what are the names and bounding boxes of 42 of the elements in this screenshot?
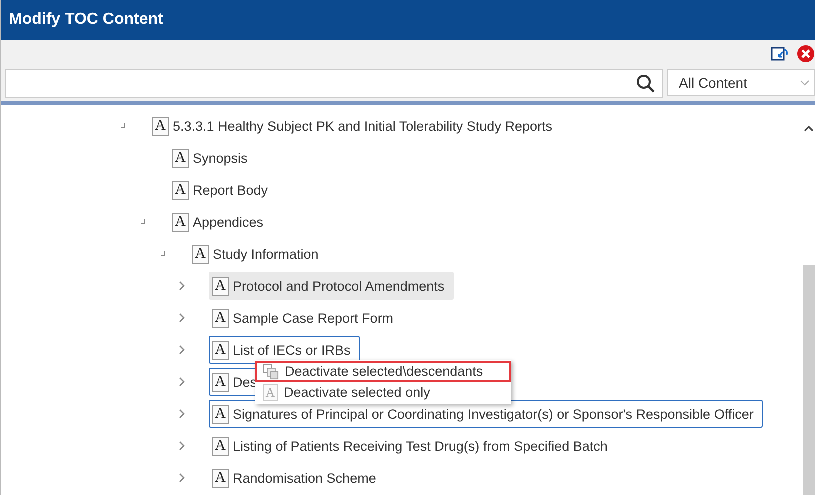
search-field[interactable] xyxy=(5,69,663,98)
tree-node[interactable]: A 5.3.3.1 Healthy Subject PK and Initial Tolerability Study Reports xyxy=(149,112,562,140)
node-icon: A xyxy=(212,436,229,456)
tree-node[interactable]: A Synopsis xyxy=(169,144,257,172)
tree-node[interactable]: A Sample Case Report Form xyxy=(209,304,403,332)
menu-item-icon: A xyxy=(263,384,278,401)
tree-node[interactable]: A Randomisation Scheme xyxy=(209,464,386,492)
tree-node[interactable]: A Protocol and Protocol Amendments xyxy=(209,272,454,300)
caret-up-icon[interactable] xyxy=(804,125,814,133)
tree-node[interactable]: A Study Information xyxy=(189,240,328,268)
window-title: Modify TOC Content xyxy=(9,11,164,29)
tree-node[interactable]: A Report Body xyxy=(169,176,278,204)
chevron-right-icon[interactable] xyxy=(179,441,185,451)
menu-item[interactable]: Deactivate selected\descendants xyxy=(255,361,512,382)
chevron-down-icon xyxy=(800,80,810,86)
chevron-right-icon[interactable] xyxy=(179,281,185,291)
node-icon: A xyxy=(212,340,229,360)
node-icon: A xyxy=(212,468,229,488)
node-icon: A xyxy=(212,308,229,328)
expanded-icon[interactable] xyxy=(159,250,167,258)
node-icon: A xyxy=(172,180,189,200)
node-icon: A xyxy=(212,404,229,424)
tree-node[interactable]: A Listing of Patients Receiving Test Drug(s) from Specified Batch xyxy=(209,432,617,460)
node-icon: A xyxy=(172,212,189,232)
close-icon[interactable] xyxy=(797,44,815,62)
search-icon[interactable] xyxy=(636,74,656,94)
filter-dropdown[interactable]: All Content xyxy=(667,69,815,96)
chevron-right-icon[interactable] xyxy=(179,377,185,387)
node-icon: A xyxy=(152,116,169,136)
chevron-right-icon[interactable] xyxy=(179,313,185,323)
node-icon: A xyxy=(212,276,229,296)
tree-node[interactable]: A Appendices xyxy=(169,208,273,236)
stacked-pages-icon xyxy=(263,364,279,380)
restore-icon[interactable] xyxy=(771,46,789,62)
node-icon: A xyxy=(192,244,209,264)
chevron-right-icon[interactable] xyxy=(179,409,185,419)
expanded-icon[interactable] xyxy=(119,122,127,130)
expanded-icon[interactable] xyxy=(139,218,147,226)
chevron-right-icon[interactable] xyxy=(179,345,185,355)
node-icon: A xyxy=(172,148,189,168)
node-icon: A xyxy=(212,372,229,392)
chevron-right-icon[interactable] xyxy=(179,473,185,483)
